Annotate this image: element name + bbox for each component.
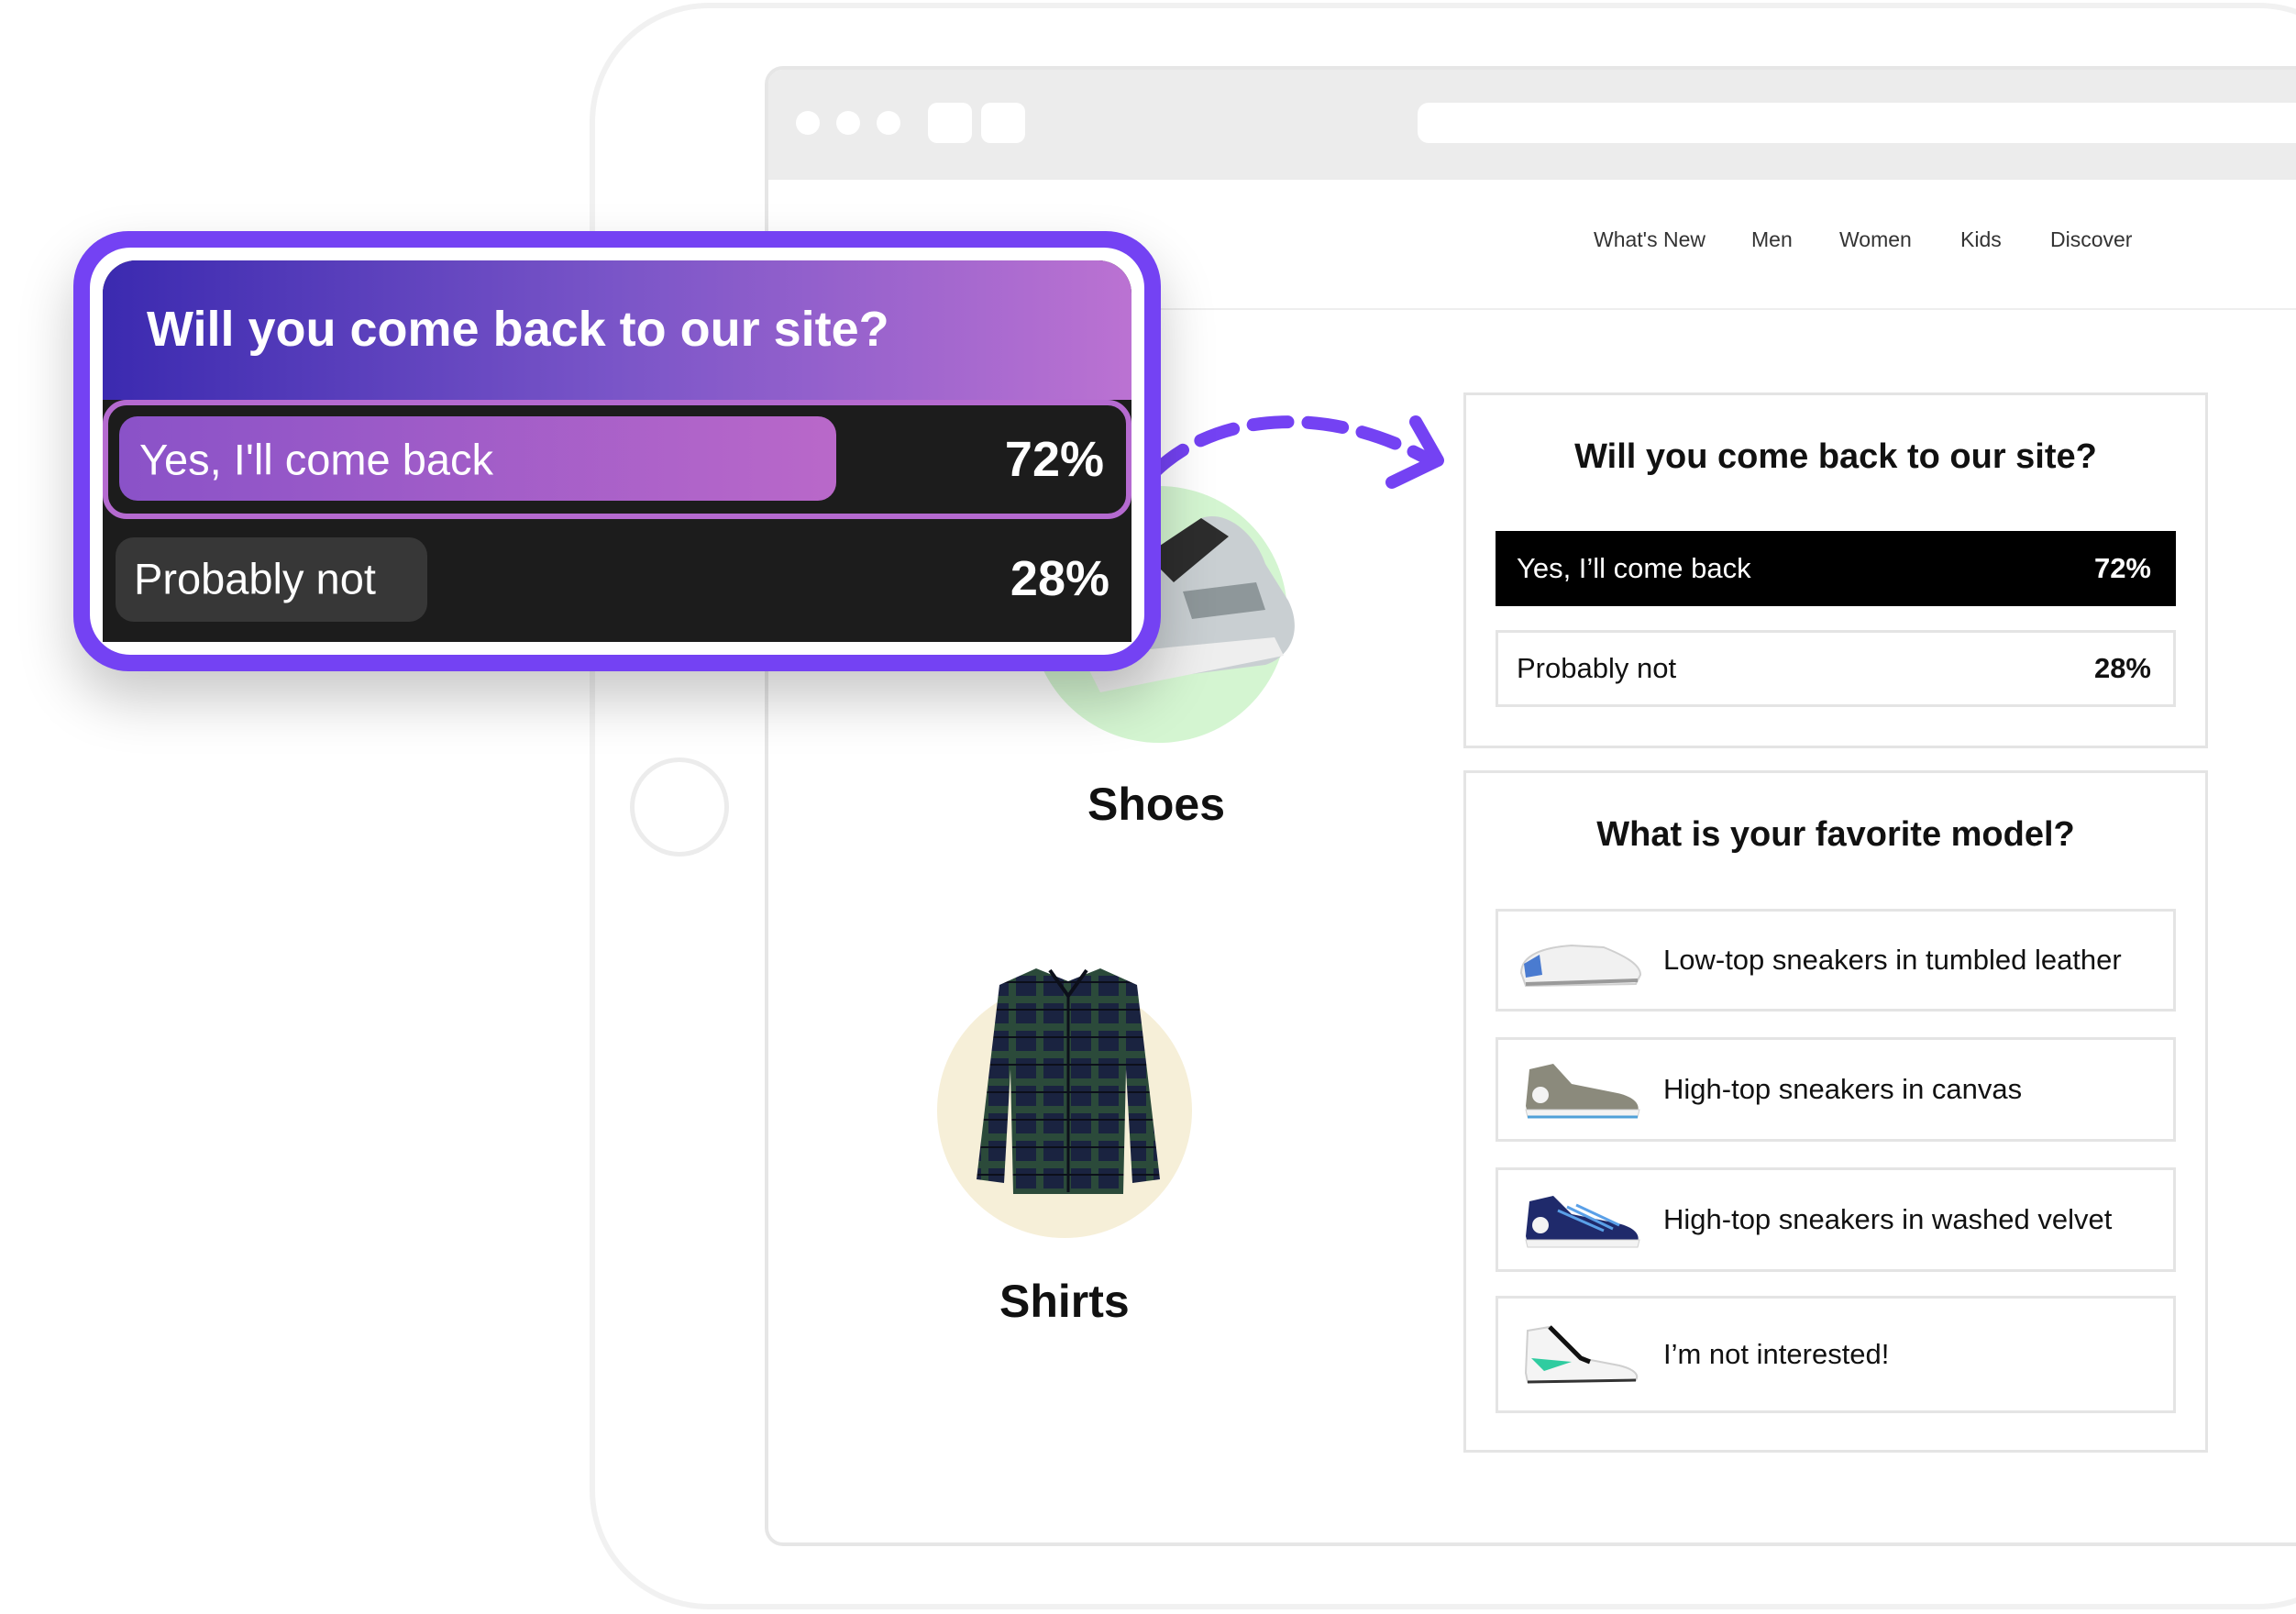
plaid-shirt-image[interactable] xyxy=(972,959,1165,1201)
nav-item-discover[interactable]: Discover xyxy=(2050,227,2132,252)
model-option[interactable]: High-top sneakers in canvas xyxy=(1496,1037,2176,1142)
white-green-sneaker-icon xyxy=(1524,1325,1639,1384)
poll-option-yes[interactable]: Yes, I’ll come back 72% xyxy=(1496,531,2176,606)
model-option-label: High-top sneakers in washed velvet xyxy=(1663,1203,2113,1235)
dashed-arrow-icon xyxy=(1152,415,1444,489)
forward-button[interactable] xyxy=(981,103,1025,143)
nav-item-whats-new[interactable]: What's New xyxy=(1594,227,1705,252)
poll-widget: Will you come back to our site? Yes, I'l… xyxy=(73,231,1161,671)
poll-widget-header: Will you come back to our site? xyxy=(103,260,1131,400)
poll-widget-frame: Will you come back to our site? Yes, I'l… xyxy=(90,248,1144,655)
poll-widget-title: Will you come back to our site? xyxy=(147,302,889,357)
model-option[interactable]: I’m not interested! xyxy=(1496,1296,2176,1413)
poll-widget-option-percent: 72% xyxy=(1004,432,1104,487)
nav-item-women[interactable]: Women xyxy=(1839,227,1912,252)
poll-widget-option-no[interactable]: Probably not 28% xyxy=(103,519,1131,638)
navy-high-top-sneaker-icon xyxy=(1525,1196,1640,1248)
nav-item-men[interactable]: Men xyxy=(1751,227,1793,252)
grey-high-top-sneaker-icon xyxy=(1525,1064,1640,1119)
browser-toolbar xyxy=(768,70,2296,180)
poll-widget-option-yes[interactable]: Yes, I'll come back 72% xyxy=(103,400,1131,519)
poll-option-label: Probably not xyxy=(1517,652,1677,684)
tablet-home-button xyxy=(630,757,729,857)
low-top-sneaker-icon xyxy=(1519,944,1642,988)
window-dot-icon[interactable] xyxy=(877,111,900,135)
model-option-label: High-top sneakers in canvas xyxy=(1663,1073,2023,1105)
window-dot-icon[interactable] xyxy=(836,111,860,135)
poll-option-no[interactable]: Probably not 28% xyxy=(1496,630,2176,707)
poll-option-label: Yes, I’ll come back xyxy=(1517,552,1751,584)
shirts-category-label[interactable]: Shirts xyxy=(999,1275,1130,1328)
model-option-label: I’m not interested! xyxy=(1663,1338,1890,1370)
back-button[interactable] xyxy=(928,103,972,143)
window-dot-icon[interactable] xyxy=(796,111,820,135)
model-option[interactable]: High-top sneakers in washed velvet xyxy=(1496,1167,2176,1272)
model-option[interactable]: Low-top sneakers in tumbled leather xyxy=(1496,909,2176,1012)
poll-widget-option-label: Yes, I'll come back xyxy=(139,435,494,484)
model-option-label: Low-top sneakers in tumbled leather xyxy=(1663,944,2122,976)
poll-option-percent: 28% xyxy=(2093,652,2151,684)
poll-card: Will you come back to our site? Yes, I’l… xyxy=(1463,392,2208,748)
model-card: What is your favorite model? Low-top sne… xyxy=(1463,770,2208,1453)
poll-option-percent: 72% xyxy=(2093,552,2151,584)
nav-item-kids[interactable]: Kids xyxy=(1960,227,2002,252)
poll-widget-option-label: Probably not xyxy=(134,554,376,603)
address-bar[interactable] xyxy=(1418,103,2296,143)
poll-widget-body: Will you come back to our site? Yes, I'l… xyxy=(103,260,1131,642)
model-card-title: What is your favorite model? xyxy=(1596,815,2075,854)
poll-widget-option-percent: 28% xyxy=(1010,551,1109,606)
shoes-category-label[interactable]: Shoes xyxy=(1087,778,1225,831)
poll-card-title: Will you come back to our site? xyxy=(1574,437,2097,476)
